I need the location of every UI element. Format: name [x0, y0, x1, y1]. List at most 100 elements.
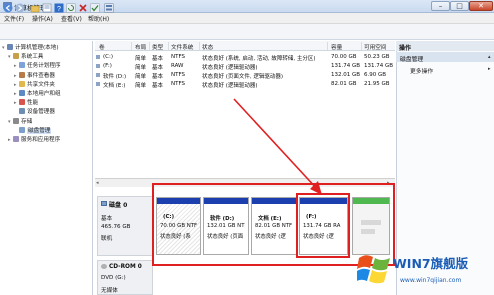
- col-volume[interactable]: 卷: [99, 43, 105, 51]
- svg-text:?: ?: [57, 6, 61, 13]
- delete-icon[interactable]: [78, 3, 88, 13]
- cell-type: 基本: [152, 56, 164, 62]
- cell-free-space: 131.74 GB: [364, 63, 394, 69]
- task-scheduler-icon: [19, 62, 25, 69]
- col-type[interactable]: 类型: [152, 43, 163, 51]
- col-filesystem[interactable]: 文件系统: [171, 43, 193, 51]
- tree-item[interactable]: ▸ 任务计划程序: [14, 61, 61, 69]
- table-row[interactable]: (C:) 简单 基本 NTFS 状态良好 (系统, 启动, 活动, 故障转储, 主分区)…: [95, 53, 395, 62]
- cell-free-space: 50.23 GB: [364, 54, 390, 60]
- col-free-space[interactable]: 可用空间: [364, 43, 386, 51]
- col-separator: [361, 42, 362, 50]
- check-icon[interactable]: [90, 3, 100, 13]
- users-icon: [19, 90, 25, 96]
- device-manager-icon: [19, 108, 25, 115]
- tree-item-label: 服务和应用程序: [21, 137, 61, 143]
- disk0-type: 基本: [101, 216, 113, 222]
- help-icon[interactable]: ?: [54, 3, 64, 13]
- scroll-left-icon[interactable]: ◂: [96, 180, 103, 186]
- cell-volume: 软件 (D:): [103, 74, 127, 80]
- cell-type: 基本: [152, 83, 164, 89]
- tree-item[interactable]: ▾ 系统工具: [8, 52, 43, 60]
- tree-item[interactable]: ▾ 存储: [8, 117, 32, 125]
- disk-management-icon: [19, 126, 25, 133]
- menu-file[interactable]: 文件(F): [4, 14, 24, 23]
- cell-volume: (F:): [103, 63, 112, 69]
- performance-icon: [19, 99, 25, 106]
- cell-capacity: 131.74 GB: [331, 63, 361, 69]
- close-button[interactable]: ✕: [469, 1, 493, 11]
- watermark-url: www.win7qijian.com: [400, 277, 462, 284]
- volume-icon: [96, 64, 100, 68]
- refresh-icon[interactable]: [66, 3, 76, 13]
- col-separator: [149, 42, 150, 50]
- maximize-button[interactable]: □: [450, 1, 469, 11]
- cell-capacity: 70.00 GB: [331, 54, 357, 60]
- cell-status: 状态良好 (逻辑驱动器): [202, 65, 258, 71]
- col-status[interactable]: 状态: [202, 43, 213, 51]
- disk0-status: 联机: [101, 236, 113, 242]
- tree-item[interactable]: ▸ 服务和应用程序: [8, 135, 60, 143]
- more-actions-link[interactable]: 更多操作: [410, 66, 433, 75]
- cell-volume: 文档 (E:): [103, 83, 126, 89]
- storage-icon: [13, 117, 19, 124]
- tree-item[interactable]: ▸ 性能: [14, 98, 38, 106]
- cdrom0-type: DVD (G:): [101, 275, 126, 281]
- collapse-icon[interactable]: ▴: [488, 54, 491, 60]
- volume-icon: [96, 55, 100, 59]
- forward-icon[interactable]: [15, 3, 25, 13]
- up-folder-icon[interactable]: [30, 3, 40, 13]
- tree-item-label: 系统工具: [21, 54, 44, 61]
- table-row[interactable]: 文档 (E:) 简单 基本 NTFS 状态良好 (逻辑驱动器) 82.01 GB 21.95…: [95, 80, 395, 89]
- tree-item-label: 共享文件夹: [27, 81, 55, 88]
- col-separator: [168, 42, 169, 50]
- cdrom0-status: 无媒体: [101, 288, 118, 294]
- toolbar: [0, 24, 494, 40]
- cdrom0-label-box[interactable]: CD-ROM 0 DVD (G:) 无媒体: [97, 260, 153, 295]
- cell-status: 状态良好 (逻辑驱动器): [202, 83, 258, 89]
- tree-item[interactable]: ▸ 事件查看器: [14, 71, 55, 79]
- volume-list-header: 卷 布局 类型 文件系统 状态 容量 可用空间: [95, 41, 395, 51]
- cell-layout: 简单: [135, 74, 147, 80]
- tree-item[interactable]: ▸ 本地用户和组: [14, 89, 61, 97]
- menu-action[interactable]: 操作(A): [32, 14, 53, 23]
- col-separator: [199, 42, 200, 50]
- cell-layout: 简单: [135, 65, 147, 71]
- cell-filesystem: RAW: [171, 63, 184, 69]
- back-icon[interactable]: [3, 3, 13, 13]
- windows-logo-icon: [357, 255, 390, 284]
- tree-item-label: 任务计划程序: [27, 63, 61, 70]
- shared-folder-icon: [19, 80, 25, 87]
- properties-icon[interactable]: [42, 3, 52, 13]
- tree-item[interactable]: ▾ 计算机管理(本地): [2, 43, 59, 51]
- col-separator: [131, 42, 132, 50]
- table-row[interactable]: 软件 (D:) 简单 基本 NTFS 状态良好 (页面文件, 逻辑驱动器) 132.01 …: [95, 71, 395, 80]
- disk0-label-box[interactable]: 磁盘 0 基本 465.76 GB 联机: [97, 196, 153, 256]
- cell-status: 状态良好 (系统, 启动, 活动, 故障转储, 主分区): [202, 56, 316, 62]
- col-capacity[interactable]: 容量: [331, 43, 342, 51]
- actions-header: 操作: [396, 41, 494, 52]
- event-viewer-icon: [19, 71, 25, 78]
- tree-item-label: 本地用户和组: [27, 91, 61, 97]
- tree-item-label: 计算机管理(本地): [15, 45, 59, 51]
- tree-item-label: 设备管理器: [27, 109, 55, 116]
- tree-item[interactable]: 设备管理器: [14, 107, 55, 115]
- tree-item[interactable]: 磁盘管理: [14, 126, 52, 134]
- col-layout[interactable]: 布局: [135, 43, 146, 51]
- tree-item-label: 磁盘管理: [27, 127, 52, 134]
- tree-item-label: 存储: [21, 118, 33, 125]
- tree-item[interactable]: ▸ 共享文件夹: [14, 80, 55, 88]
- cdrom-icon: [101, 264, 107, 269]
- computer-icon: [7, 44, 13, 50]
- cell-capacity: 132.01 GB: [331, 72, 361, 78]
- menu-help[interactable]: 帮助(H): [88, 14, 109, 23]
- cell-status: 状态良好 (页面文件, 逻辑驱动器): [202, 74, 284, 80]
- minimize-button[interactable]: –: [431, 1, 450, 11]
- cell-layout: 简单: [135, 83, 147, 89]
- cell-layout: 简单: [135, 56, 147, 62]
- cell-volume: (C:): [103, 54, 113, 60]
- actions-disk-management[interactable]: 磁盘管理: [396, 52, 494, 63]
- view-icon[interactable]: [104, 3, 114, 13]
- table-row[interactable]: (F:) 简单 基本 RAW 状态良好 (逻辑驱动器) 131.74 GB 131.74 G…: [95, 62, 395, 71]
- menu-view[interactable]: 查看(V): [61, 14, 82, 23]
